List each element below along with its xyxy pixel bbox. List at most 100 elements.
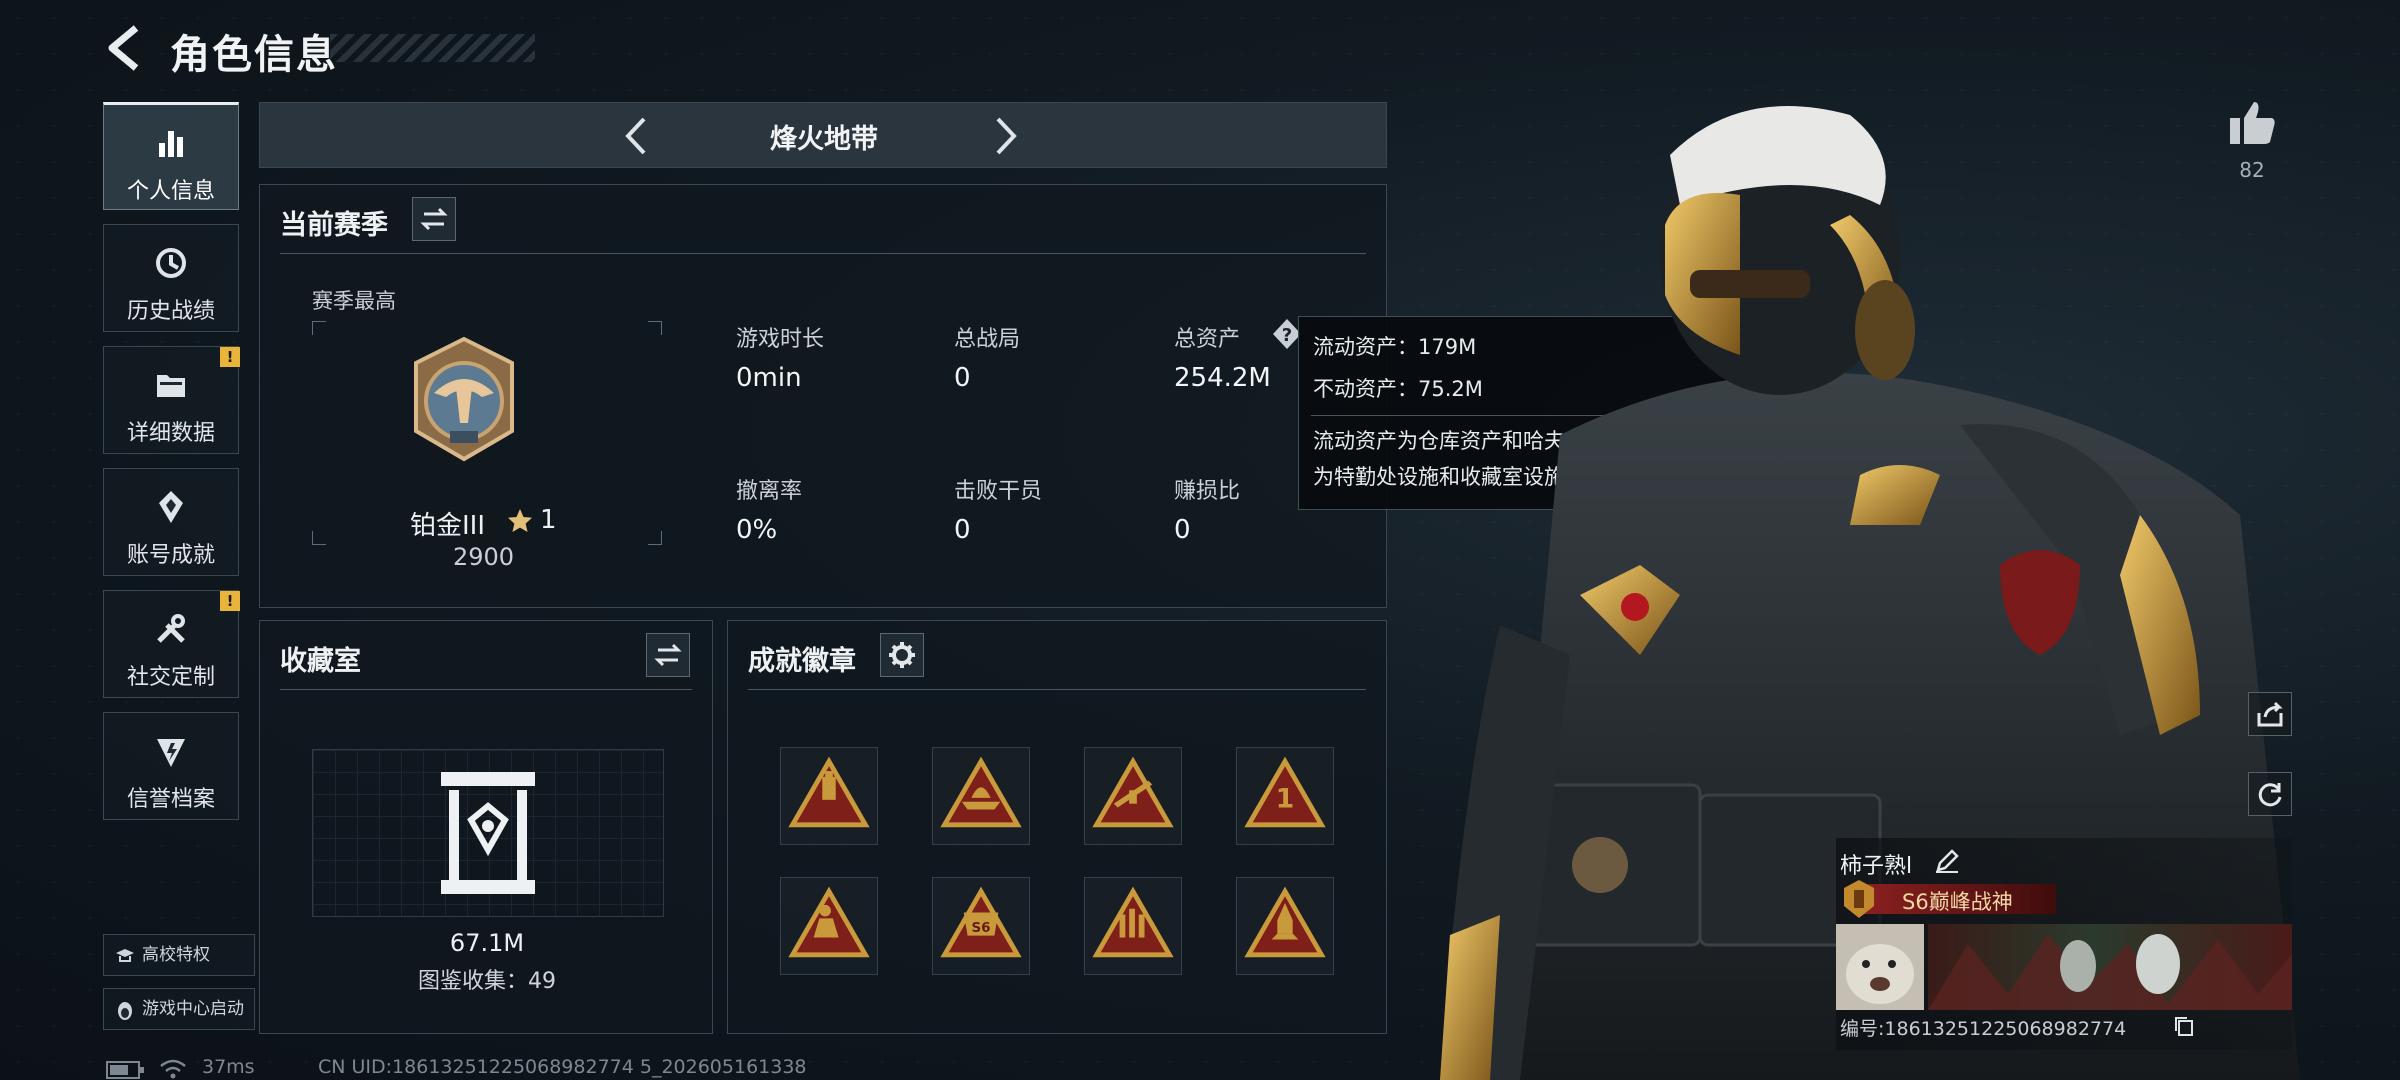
back-button[interactable]	[100, 22, 152, 74]
player-banner[interactable]	[1928, 924, 2292, 1010]
swap-icon	[654, 643, 682, 667]
copy-id-icon[interactable]	[2172, 1014, 2196, 1038]
season-switch-button[interactable]	[412, 197, 456, 241]
season-title: 当前赛季	[280, 210, 388, 241]
player-card: 柿子熟l S6巅峰战神 编号:18613251225068982774	[1836, 838, 2292, 1050]
ammo-badge-icon	[1092, 886, 1174, 958]
nav-social-custom[interactable]: 社交定制 !	[103, 590, 240, 698]
gear-icon	[889, 642, 915, 668]
achievement-icon	[159, 491, 183, 523]
svg-text:S6: S6	[971, 921, 990, 936]
stat-play-time-value: 0min	[736, 363, 802, 393]
stat-total-matches-value: 0	[954, 363, 971, 393]
collection-value: 67.1M	[449, 929, 525, 957]
uid-text: CN UID:18613251225068982774 5_2026051613…	[318, 1056, 807, 1078]
stat-total-matches-label: 总战局	[954, 327, 1021, 352]
weapon-badge-icon	[1092, 756, 1174, 828]
likes-count: 82	[2239, 158, 2265, 182]
rank-star-count: 1	[540, 505, 557, 535]
achievement-badge[interactable]	[1084, 747, 1182, 845]
player-avatar[interactable]	[1836, 924, 1924, 1010]
achievement-badge[interactable]	[780, 877, 878, 975]
stat-extract-rate-value: 0%	[736, 515, 778, 545]
mode-next-button[interactable]	[988, 113, 1024, 159]
nav-label: 个人信息	[126, 179, 215, 204]
rocket-badge-icon	[1244, 886, 1326, 958]
nav-account-achievements[interactable]: 账号成就	[103, 468, 239, 576]
s6-badge-icon: S6	[940, 886, 1022, 958]
collection-switch-button[interactable]	[646, 633, 690, 677]
rank-one-badge-icon: 1	[1244, 756, 1326, 828]
wrench-icon	[157, 614, 185, 643]
nav-credit-file[interactable]: 信誉档案	[103, 712, 239, 820]
stat-profit-loss-value: 0	[1174, 515, 1191, 545]
divider	[280, 253, 1366, 254]
campus-privilege-label: 高校特权	[142, 945, 210, 965]
thumbs-up-icon[interactable]	[2226, 98, 2278, 148]
edit-name-icon[interactable]	[1934, 848, 1960, 874]
stat-operators-killed-label: 击败干员	[954, 479, 1043, 504]
ping-value: 37ms	[202, 1056, 255, 1078]
ship-badge-icon	[940, 756, 1022, 828]
badges-title: 成就徽章	[748, 646, 856, 677]
nav-label: 信誉档案	[126, 787, 215, 812]
stat-profit-loss-label: 赚损比	[1174, 479, 1241, 504]
share-button[interactable]	[2248, 692, 2292, 736]
credit-shield-icon	[157, 739, 185, 767]
bottle-badge-icon	[788, 756, 870, 828]
achievement-badge[interactable]	[1084, 877, 1182, 975]
divider	[280, 689, 692, 690]
folder-icon	[157, 375, 185, 397]
divider	[748, 689, 1366, 690]
nav-label: 社交定制	[126, 665, 215, 690]
game-center-label: 游戏中心启动	[142, 999, 244, 1019]
mode-title: 烽火地带	[770, 124, 878, 155]
star-icon	[508, 509, 532, 532]
stat-operators-killed-value: 0	[954, 515, 971, 545]
title-emblem-icon	[1844, 880, 1874, 918]
badges-settings-button[interactable]	[880, 633, 924, 677]
alert-badge: !	[220, 591, 240, 611]
stat-total-assets-value: 254.2M	[1174, 363, 1271, 393]
player-title: S6巅峰战神	[1902, 890, 2013, 914]
history-icon	[156, 248, 186, 278]
collection-title: 收藏室	[280, 646, 361, 677]
campus-privilege-button[interactable]: 高校特权	[103, 934, 255, 976]
player-id: 编号:18613251225068982774	[1840, 1018, 2127, 1040]
collection-preview[interactable]	[312, 749, 664, 917]
achievement-badge[interactable]	[932, 747, 1030, 845]
refresh-button[interactable]	[2248, 772, 2292, 816]
banner-art	[1928, 934, 2292, 1010]
climber-badge-icon	[788, 886, 870, 958]
stat-extract-rate-label: 撤离率	[736, 479, 803, 504]
battery-icon	[106, 1061, 144, 1079]
page-title: 角色信息	[170, 32, 338, 78]
nav-label: 历史战绩	[126, 299, 215, 324]
nav-personal-info[interactable]: 个人信息	[103, 102, 239, 210]
achievement-badge[interactable]: S6	[932, 877, 1030, 975]
collection-catalog-count: 图鉴收集：49	[418, 969, 556, 994]
display-case-icon	[441, 772, 535, 894]
title-decoration	[330, 34, 535, 62]
refresh-icon	[2258, 783, 2282, 807]
share-icon	[2257, 701, 2283, 727]
alert-badge: !	[220, 347, 240, 367]
stat-total-assets-label: 总资产	[1174, 327, 1241, 352]
achievement-badge[interactable]	[1236, 877, 1334, 975]
collection-panel: 收藏室 67.1M 图鉴收集：49	[259, 620, 713, 1034]
mode-selector: 烽火地带	[259, 102, 1387, 168]
season-best-label: 赛季最高	[312, 289, 396, 313]
badges-panel: 成就徽章 1 S6	[727, 620, 1387, 1034]
achievement-badge[interactable]: 1	[1236, 747, 1334, 845]
nav-detailed-data[interactable]: 详细数据 !	[103, 346, 240, 454]
achievement-badge[interactable]	[780, 747, 878, 845]
platinum-rank-emblem-icon	[414, 336, 514, 462]
season-panel: 当前赛季 赛季最高 铂金III 1 2900 游戏时长 0min 总战局 0 总…	[259, 184, 1387, 608]
nav-label: 账号成就	[126, 543, 215, 568]
graduation-cap-icon	[116, 949, 134, 962]
player-name: 柿子熟l	[1840, 854, 1913, 879]
rank-score: 2900	[453, 543, 515, 571]
nav-match-history[interactable]: 历史战绩	[103, 224, 239, 332]
back-arrow-icon	[108, 25, 139, 71]
game-center-launch-button[interactable]: 游戏中心启动	[103, 988, 255, 1030]
